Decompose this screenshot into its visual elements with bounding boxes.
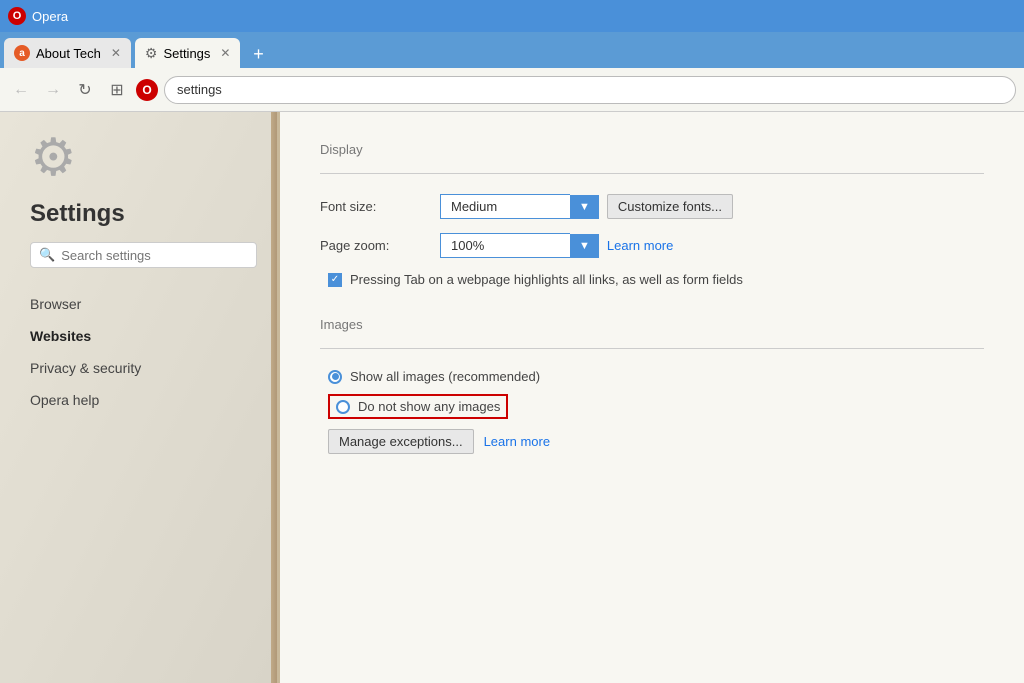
url-input[interactable] — [164, 76, 1016, 104]
do-not-show-highlight: Do not show any images — [328, 394, 508, 419]
sidebar-item-help[interactable]: Opera help — [30, 384, 257, 416]
font-size-dropdown-arrow[interactable]: ▼ — [570, 195, 599, 219]
tab-bar: a About Tech ✕ ⚙ Settings ✕ + — [0, 32, 1024, 68]
sidebar: ⚙ Settings 🔍 Browser Websites Privacy & … — [0, 112, 280, 683]
show-all-label: Show all images (recommended) — [350, 369, 540, 384]
tab-about-tech[interactable]: a About Tech ✕ — [4, 38, 131, 68]
learn-more-images-link[interactable]: Learn more — [484, 434, 550, 449]
new-tab-button[interactable]: + — [244, 40, 272, 68]
page-zoom-select[interactable]: 100% 75% 125% — [440, 233, 570, 258]
settings-tab-label: Settings — [163, 46, 210, 61]
manage-exceptions-button[interactable]: Manage exceptions... — [328, 429, 474, 454]
images-section-title: Images — [320, 317, 984, 332]
show-all-images-row[interactable]: Show all images (recommended) — [328, 369, 984, 384]
title-bar-text: Opera — [32, 9, 68, 24]
images-section: Images Show all images (recommended) Do … — [320, 317, 984, 454]
grid-button[interactable]: ⊞ — [104, 77, 130, 103]
content-area: Display Font size: Medium Small Large ▼ … — [280, 112, 1024, 683]
about-tech-tab-label: About Tech — [36, 46, 101, 61]
font-size-select[interactable]: Medium Small Large — [440, 194, 570, 219]
about-tech-close[interactable]: ✕ — [111, 46, 121, 60]
customize-fonts-button[interactable]: Customize fonts... — [607, 194, 733, 219]
learn-more-zoom-link[interactable]: Learn more — [607, 238, 673, 253]
page-zoom-select-wrapper[interactable]: 100% 75% 125% ▼ — [440, 233, 599, 258]
main-layout: ⚙ Settings 🔍 Browser Websites Privacy & … — [0, 112, 1024, 683]
font-size-select-wrapper[interactable]: Medium Small Large ▼ — [440, 194, 599, 219]
tab-highlight-checkbox[interactable]: ✓ — [328, 273, 342, 287]
settings-favicon: ⚙ — [145, 45, 158, 62]
font-size-label: Font size: — [320, 199, 440, 214]
display-section-title: Display — [320, 142, 984, 157]
page-zoom-label: Page zoom: — [320, 238, 440, 253]
tab-highlight-label: Pressing Tab on a webpage highlights all… — [350, 272, 743, 287]
page-zoom-dropdown-arrow[interactable]: ▼ — [570, 234, 599, 258]
address-bar: ← → ↻ ⊞ O — [0, 68, 1024, 112]
back-button[interactable]: ← — [8, 77, 34, 103]
about-tech-favicon: a — [14, 45, 30, 61]
font-size-row: Font size: Medium Small Large ▼ Customiz… — [320, 194, 984, 219]
opera-button[interactable]: O — [136, 79, 158, 101]
images-divider — [320, 348, 984, 349]
page-zoom-row: Page zoom: 100% 75% 125% ▼ Learn more — [320, 233, 984, 258]
display-divider — [320, 173, 984, 174]
tab-highlight-row[interactable]: ✓ Pressing Tab on a webpage highlights a… — [328, 272, 984, 287]
sidebar-title: Settings — [30, 200, 257, 228]
search-box[interactable]: 🔍 — [30, 242, 257, 268]
sidebar-gear-icon: ⚙ — [30, 132, 257, 184]
show-all-radio[interactable] — [328, 370, 342, 384]
do-not-show-radio[interactable] — [336, 400, 350, 414]
search-icon: 🔍 — [39, 247, 55, 263]
font-size-control: Medium Small Large ▼ Customize fonts... — [440, 194, 733, 219]
forward-button[interactable]: → — [40, 77, 66, 103]
sidebar-item-browser[interactable]: Browser — [30, 288, 257, 320]
do-not-show-images-row[interactable]: Do not show any images — [328, 394, 984, 419]
page-zoom-control: 100% 75% 125% ▼ Learn more — [440, 233, 673, 258]
manage-exceptions-row: Manage exceptions... Learn more — [328, 429, 984, 454]
refresh-button[interactable]: ↻ — [72, 77, 98, 103]
search-input[interactable] — [61, 248, 248, 263]
do-not-show-label: Do not show any images — [358, 399, 500, 414]
sidebar-item-privacy[interactable]: Privacy & security — [30, 352, 257, 384]
opera-logo: O — [8, 7, 26, 25]
display-section: Display Font size: Medium Small Large ▼ … — [320, 142, 984, 287]
sidebar-border — [271, 112, 277, 683]
show-all-radio-dot — [332, 373, 339, 380]
settings-close[interactable]: ✕ — [220, 46, 230, 60]
title-bar: O Opera — [0, 0, 1024, 32]
tab-settings[interactable]: ⚙ Settings ✕ — [135, 38, 241, 68]
sidebar-item-websites[interactable]: Websites — [30, 320, 257, 352]
